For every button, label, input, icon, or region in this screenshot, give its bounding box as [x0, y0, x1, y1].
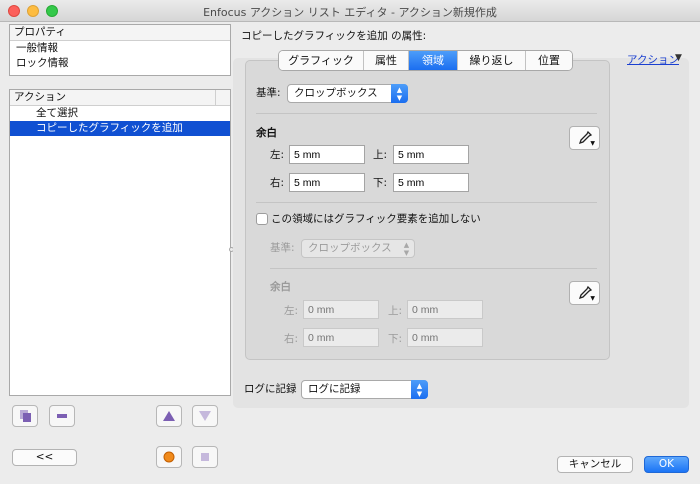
eyedropper-button[interactable]: ▼ [569, 126, 600, 150]
margin2-bottom-field [407, 328, 483, 347]
move-down-button[interactable] [192, 405, 218, 427]
eyedropper-button-2[interactable]: ▼ [569, 281, 600, 305]
margin-top-field[interactable] [393, 145, 469, 164]
collapse-button[interactable]: << [12, 449, 77, 466]
ok-button[interactable]: OK [644, 456, 689, 473]
tab-graphic[interactable]: グラフィック [279, 51, 364, 70]
actions-header: アクション [10, 90, 230, 106]
stop-icon [201, 453, 209, 461]
chevron-down-icon: ▼ [590, 140, 595, 147]
tab-position[interactable]: 位置 [526, 51, 572, 70]
header-column-divider [215, 90, 216, 106]
margin-bottom-field[interactable] [393, 173, 469, 192]
properties-item-lock[interactable]: ロック情報 [10, 56, 230, 71]
stepper-arrows-icon: ▲ ▼ [391, 84, 408, 103]
record-button[interactable] [156, 446, 182, 468]
margin-bottom-label: 下: [373, 177, 388, 189]
chevron-down-icon: ▼ [590, 295, 595, 302]
attributes-title: コピーしたグラフィックを追加 の属性: [241, 30, 427, 42]
move-up-button[interactable] [156, 405, 182, 427]
margin2-bottom-label: 下: [388, 333, 403, 345]
log-select[interactable]: ログに記録 ▲ ▼ [301, 380, 428, 399]
remove-action-button[interactable] [49, 405, 75, 427]
stepper-arrows-icon: ▲ ▼ [411, 380, 428, 399]
divider [270, 268, 597, 269]
basis2-select: クロップボックス ▲ ▼ [301, 239, 415, 258]
margin2-top-field [407, 300, 483, 319]
action-item-add-copied-graphic[interactable]: コピーしたグラフィックを追加 [10, 121, 230, 136]
margin-left-field[interactable] [289, 145, 365, 164]
margin2-right-label: 右: [284, 333, 299, 345]
window-title: Enfocus アクション リスト エディタ - アクション新規作成 [203, 6, 497, 19]
attribute-tabs: グラフィック 属性 領域 繰り返し 位置 [278, 50, 573, 71]
cancel-button[interactable]: キャンセル [557, 456, 633, 473]
margin-title: 余白 [256, 127, 277, 139]
duplicate-action-button[interactable] [12, 405, 38, 427]
margin2-left-field [303, 300, 379, 319]
triangle-down-icon [199, 411, 211, 421]
triangle-up-icon [163, 411, 175, 421]
log-label: ログに記録 [244, 383, 297, 395]
record-icon [163, 451, 175, 463]
no-graphic-label[interactable]: この領域にはグラフィック要素を追加しない [271, 212, 481, 226]
margin-top-label: 上: [373, 149, 388, 161]
duplicate-icon [20, 410, 31, 422]
tab-area[interactable]: 領域 [409, 51, 458, 70]
tab-repeat[interactable]: 繰り返し [458, 51, 526, 70]
action-menu-link[interactable]: アクション [627, 52, 679, 67]
triangle-down-icon[interactable]: ▼ [675, 53, 682, 63]
margin-right-label: 右: [270, 177, 285, 189]
properties-panel: プロパティ 一般情報 ロック情報 [9, 24, 231, 76]
properties-item-general[interactable]: 一般情報 [10, 41, 230, 56]
basis-label: 基準: [256, 87, 281, 99]
no-graphic-checkbox[interactable] [256, 213, 268, 225]
margin2-right-field [303, 328, 379, 347]
tab-attributes[interactable]: 属性 [364, 51, 409, 70]
margin2-left-label: 左: [284, 305, 299, 317]
action-item-select-all[interactable]: 全て選択 [10, 106, 230, 121]
basis2-label: 基準: [270, 242, 295, 254]
actions-header-label: アクション [14, 91, 66, 103]
divider [256, 202, 597, 203]
minus-icon [57, 414, 67, 418]
properties-header: プロパティ [10, 25, 230, 41]
basis-select[interactable]: クロップボックス ▲ ▼ [287, 84, 408, 103]
margin2-title: 余白 [270, 281, 291, 293]
actions-panel: アクション 全て選択 コピーしたグラフィックを追加 [9, 89, 231, 396]
divider [256, 113, 597, 114]
stepper-arrows-icon: ▲ ▼ [403, 241, 410, 257]
basis2-select-value: クロップボックス [308, 242, 392, 254]
title-bar: Enfocus アクション リスト エディタ - アクション新規作成 [0, 0, 700, 22]
basis-select-value: クロップボックス [294, 87, 378, 99]
log-select-value: ログに記録 [308, 383, 361, 395]
stop-button[interactable] [192, 446, 218, 468]
margin-right-field[interactable] [289, 173, 365, 192]
margin-left-label: 左: [270, 149, 285, 161]
margin2-top-label: 上: [388, 305, 403, 317]
